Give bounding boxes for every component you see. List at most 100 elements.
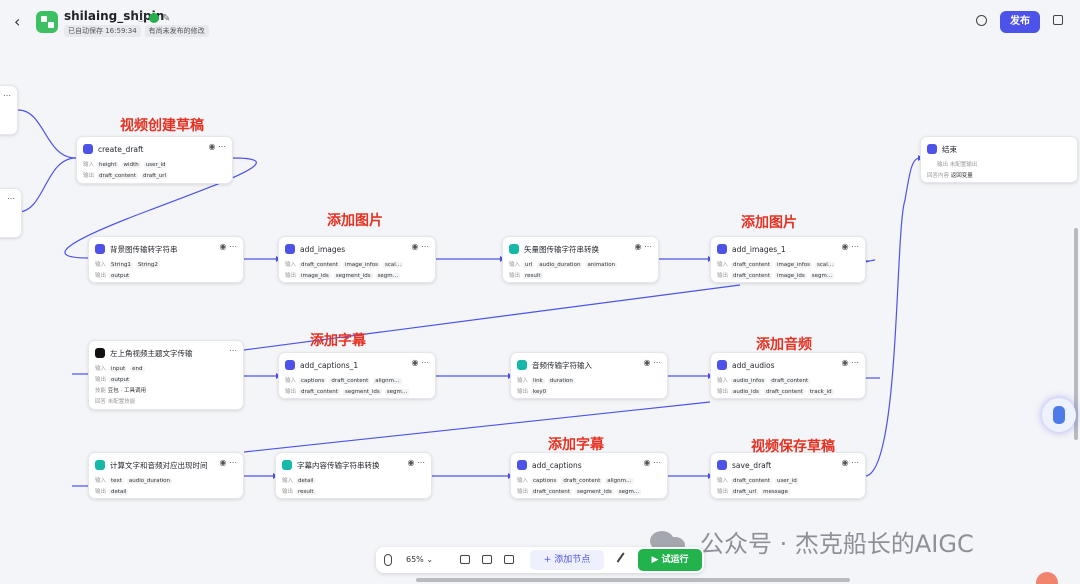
node-caption-conv[interactable]: 字幕内容传输字符串转换 ◉ ⋯ 输入 detail 输出 result bbox=[275, 452, 432, 499]
node-controls[interactable]: ◉ ⋯ bbox=[219, 242, 237, 251]
plugin-icon bbox=[717, 244, 727, 254]
node-add-captions[interactable]: add_captions ◉ ⋯ 输入 captions draft_content… bbox=[510, 452, 668, 499]
node-controls[interactable]: ◉ ⋯ bbox=[219, 458, 237, 467]
zoom-select[interactable]: 65% ⌄ bbox=[400, 553, 448, 567]
node-title: add_images_1 bbox=[732, 244, 786, 254]
input-row: 输入 draft_content user_id bbox=[717, 478, 799, 484]
code-icon bbox=[509, 244, 519, 254]
output-row: 输出 draft_content segment_ids segm… bbox=[517, 489, 642, 495]
node-controls[interactable]: ◉ ⋯ bbox=[411, 242, 429, 251]
more-icon[interactable]: ⋯ bbox=[3, 91, 11, 100]
node-title: 左上角视频主题文字传输 bbox=[110, 348, 193, 358]
input-row: 输入 String1 String2 bbox=[95, 262, 160, 268]
clipped-node-bottom[interactable]: ⋯ bbox=[0, 188, 22, 238]
output-row: 输出 image_ids segment_ids segm… bbox=[285, 273, 401, 279]
annotation-add-captions-1: 添加字幕 bbox=[310, 333, 366, 349]
node-title: 计算文字和音频对应出现时间 bbox=[110, 460, 208, 470]
node-controls[interactable]: ◉ ⋯ bbox=[841, 242, 859, 251]
node-controls[interactable]: ◉ ⋯ bbox=[411, 358, 429, 367]
code-icon bbox=[517, 360, 527, 370]
input-row: 输入 height width user_id bbox=[83, 162, 168, 168]
node-create-draft[interactable]: create_draft ◉ ⋯ 输入 height width user_id 输出… bbox=[76, 136, 233, 184]
annotation-add-audios: 添加音频 bbox=[756, 337, 812, 353]
canvas-toolbar: 65% ⌄ + 添加节点 ▶ 试运行 bbox=[376, 547, 704, 573]
annotation-save-draft: 视频保存草稿 bbox=[751, 439, 835, 455]
test-run-button[interactable]: ▶ 试运行 bbox=[638, 549, 702, 571]
end-answer-row: 回答内容 返回变量 bbox=[927, 173, 973, 179]
node-controls[interactable]: ◉ ⋯ bbox=[841, 458, 859, 467]
node-add-images-1[interactable]: add_images_1 ◉ ⋯ 输入 draft_content image_in… bbox=[710, 236, 866, 283]
answer-row: 回答 未配置技能 bbox=[95, 399, 136, 405]
output-row: 输出 output bbox=[95, 377, 132, 383]
node-controls[interactable]: ⋯ bbox=[229, 346, 237, 355]
edge bbox=[243, 401, 711, 453]
node-add-captions-1[interactable]: add_captions_1 ◉ ⋯ 输入 captions draft_conte… bbox=[278, 352, 436, 399]
node-title: 结束 bbox=[942, 144, 957, 154]
input-row: 输入 draft_content image_infos scal… bbox=[285, 262, 404, 268]
output-row: 输出 result bbox=[509, 273, 543, 279]
node-vec-conv[interactable]: 矢量图传输字符串转换 ◉ ⋯ 输入 url audio_duration animat… bbox=[502, 236, 659, 283]
code-icon bbox=[282, 460, 292, 470]
plugin-icon bbox=[285, 244, 295, 254]
add-node-button[interactable]: + 添加节点 bbox=[530, 550, 604, 570]
mouse-mode-icon[interactable] bbox=[384, 554, 392, 566]
input-row: 输入 detail bbox=[282, 478, 316, 484]
output-row: 输出 detail bbox=[95, 489, 129, 495]
code-icon bbox=[95, 244, 105, 254]
assistant-float-button[interactable] bbox=[1042, 398, 1076, 432]
input-row: 输入 url audio_duration animation bbox=[509, 262, 618, 268]
input-row: 输入 captions draft_content alignm… bbox=[517, 478, 634, 484]
node-title: create_draft bbox=[98, 144, 144, 154]
node-controls[interactable]: ◉ ⋯ bbox=[643, 358, 661, 367]
output-row: 输出 draft_content draft_url bbox=[83, 173, 169, 179]
plugin-icon bbox=[717, 460, 727, 470]
edge bbox=[17, 157, 77, 213]
plugin-icon bbox=[83, 144, 93, 154]
input-row: 输入 audio_infos draft_content bbox=[717, 378, 811, 384]
output-row: 输出 output bbox=[95, 273, 132, 279]
input-row: 输入 text audio_duration bbox=[95, 478, 173, 484]
annotation-add-images: 添加图片 bbox=[327, 213, 383, 229]
node-bg-conv[interactable]: 背景图传输转字符串 ◉ ⋯ 输入 String1 String2 输出 output bbox=[88, 236, 244, 283]
node-title: add_captions_1 bbox=[300, 360, 359, 370]
output-row: 输出 draft_url message bbox=[717, 489, 790, 495]
output-row: 输出 draft_content image_ids segm… bbox=[717, 273, 835, 279]
node-controls[interactable]: ◉ ⋯ bbox=[407, 458, 425, 467]
edge bbox=[17, 109, 77, 159]
input-row: 输入 captions draft_content alignm… bbox=[285, 378, 402, 384]
node-add-images[interactable]: add_images ◉ ⋯ 输入 draft_content image_info… bbox=[278, 236, 436, 283]
watermark: 公众号 · 杰克船长的AIGC bbox=[700, 530, 974, 558]
input-row: 输入 draft_content image_infos scal… bbox=[717, 262, 836, 268]
node-title: add_audios bbox=[732, 360, 775, 370]
node-title: 背景图传输转字符串 bbox=[110, 244, 178, 254]
node-save-draft[interactable]: save_draft ◉ ⋯ 输入 draft_content user_id 输出… bbox=[710, 452, 866, 499]
node-calc-time[interactable]: 计算文字和音频对应出现时间 ◉ ⋯ 输入 text audio_duration 输… bbox=[88, 452, 244, 499]
output-row: 输出 result bbox=[282, 489, 316, 495]
more-icon[interactable]: ⋯ bbox=[7, 194, 15, 203]
node-title: add_captions bbox=[532, 460, 582, 470]
comment-icon[interactable] bbox=[460, 555, 470, 564]
node-controls[interactable]: ◉ ⋯ bbox=[634, 242, 652, 251]
annotation-add-images-1: 添加图片 bbox=[741, 215, 797, 231]
node-audio-conv[interactable]: 音频传输字符输入 ◉ ⋯ 输入 link duration 输出 key0 bbox=[510, 352, 668, 399]
edge bbox=[865, 157, 921, 477]
node-title: 矢量图传输字符串转换 bbox=[524, 244, 599, 254]
output-row: 输出 key0 bbox=[517, 389, 549, 395]
clipped-node-top[interactable]: ⋯ bbox=[0, 85, 18, 135]
node-topic-llm[interactable]: 左上角视频主题文字传输 ⋯ 输入 input end 输出 output 技能 豆包 … bbox=[88, 340, 244, 410]
output-row: 输出 draft_content segment_ids segm… bbox=[285, 389, 410, 395]
annotation-add-captions: 添加字幕 bbox=[548, 437, 604, 453]
node-controls[interactable]: ◉ ⋯ bbox=[643, 458, 661, 467]
minimap-icon[interactable] bbox=[504, 555, 514, 564]
node-controls[interactable]: ◉ ⋯ bbox=[208, 142, 226, 151]
layout-icon[interactable] bbox=[482, 555, 492, 564]
node-controls[interactable]: ◉ ⋯ bbox=[841, 358, 859, 367]
horizontal-scrollbar[interactable] bbox=[416, 578, 850, 582]
debug-tool-icon[interactable] bbox=[616, 552, 631, 567]
llm-icon bbox=[95, 348, 105, 358]
node-title: save_draft bbox=[732, 460, 772, 470]
input-row: 输入 link duration bbox=[517, 378, 575, 384]
node-end[interactable]: 结束 输出 未配置输出 回答内容 返回变量 bbox=[920, 136, 1078, 183]
plugin-icon bbox=[285, 360, 295, 370]
node-add-audios[interactable]: add_audios ◉ ⋯ 输入 audio_infos draft_conten… bbox=[710, 352, 866, 399]
